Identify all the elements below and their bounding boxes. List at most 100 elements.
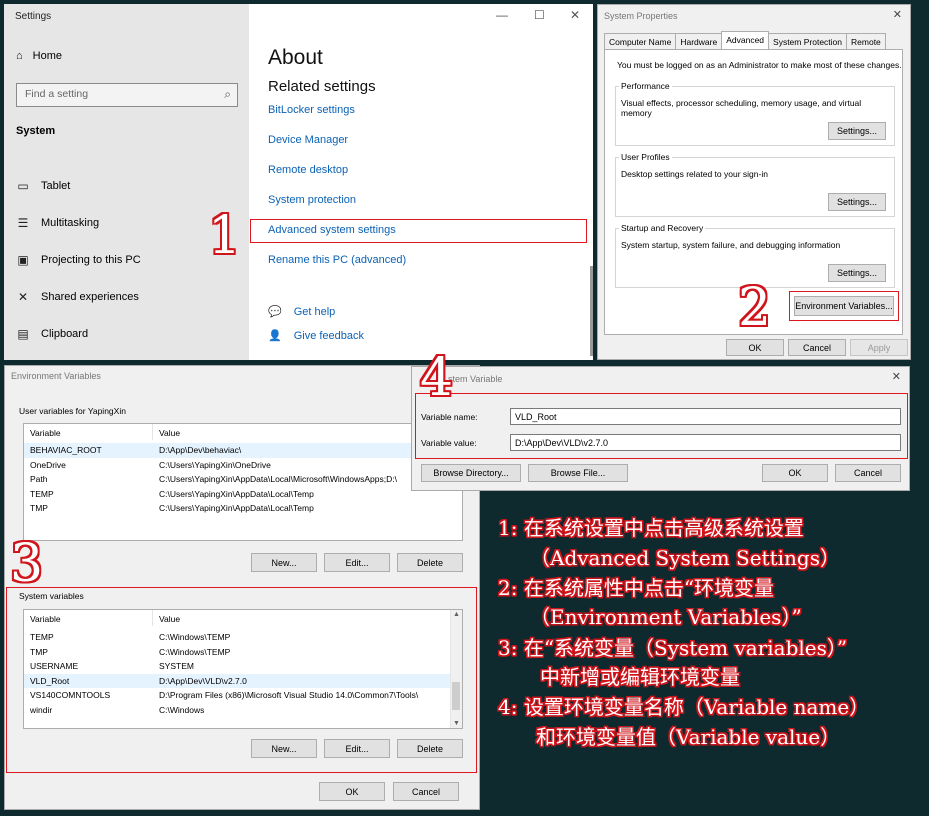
user-edit-button[interactable]: Edit... bbox=[324, 553, 390, 572]
home-icon: ⌂ bbox=[16, 50, 23, 62]
give-feedback-link[interactable]: 👤 Give feedback bbox=[268, 329, 365, 343]
link-bitlocker[interactable]: BitLocker settings bbox=[268, 104, 355, 116]
group-title: Startup and Recovery bbox=[619, 223, 706, 233]
sidebar-item-tablet[interactable]: ▭ Tablet bbox=[16, 179, 70, 193]
tab-remote[interactable]: Remote bbox=[846, 33, 886, 49]
table-row[interactable]: TEMP C:\Users\YapingXin\AppData\Local\Tem… bbox=[24, 487, 462, 502]
dialog-title: stem Variable bbox=[448, 374, 503, 384]
cell-value: C:\Windows\TEMP bbox=[159, 632, 231, 642]
step-number-1: 1 bbox=[208, 206, 242, 266]
cell-value: SYSTEM bbox=[159, 661, 194, 672]
dialog-title: System Properties bbox=[604, 11, 678, 21]
column-header-value: Value bbox=[159, 428, 181, 438]
variable-name-field[interactable]: VLD_Root bbox=[510, 408, 901, 425]
ok-button[interactable]: OK bbox=[319, 782, 385, 801]
user-profiles-settings-button[interactable]: Settings... bbox=[828, 193, 886, 211]
sidebar-item-projecting[interactable]: ▣ Projecting to this PC bbox=[16, 253, 141, 267]
group-description: Desktop settings related to your sign-in bbox=[621, 169, 768, 179]
link-remote-desktop[interactable]: Remote desktop bbox=[268, 164, 348, 176]
sidebar-item-label: Clipboard bbox=[41, 328, 89, 340]
user-variables-list[interactable]: Variable Value BEHAVIAC_ROOT D:\App\Dev\b… bbox=[23, 423, 463, 541]
tab-system-protection[interactable]: System Protection bbox=[768, 33, 848, 49]
maximize-icon[interactable]: ☐ bbox=[534, 8, 545, 22]
cell-variable: TEMP bbox=[30, 488, 54, 499]
apply-button[interactable]: Apply bbox=[850, 339, 908, 356]
shared-experiences-icon: ✕ bbox=[17, 290, 29, 304]
column-header-value: Value bbox=[159, 614, 181, 624]
table-row[interactable]: windir C:\Windows bbox=[24, 703, 462, 718]
performance-settings-button[interactable]: Settings... bbox=[828, 122, 886, 140]
system-edit-button[interactable]: Edit... bbox=[324, 739, 390, 758]
close-icon[interactable]: ✕ bbox=[570, 8, 580, 22]
help-icon: 💬 bbox=[268, 306, 282, 318]
get-help-link[interactable]: 💬 Get help bbox=[268, 305, 335, 319]
user-delete-button[interactable]: Delete bbox=[397, 553, 463, 572]
give-feedback-label: Give feedback bbox=[293, 329, 365, 342]
link-rename-pc[interactable]: Rename this PC (advanced) bbox=[268, 254, 406, 266]
user-new-button[interactable]: New... bbox=[251, 553, 317, 572]
sidebar-item-label: Tablet bbox=[41, 180, 71, 192]
scrollbar[interactable]: ▲ ▼ bbox=[450, 610, 462, 728]
tab-hardware[interactable]: Hardware bbox=[675, 33, 723, 49]
cell-value: C:\Windows\TEMP bbox=[159, 646, 231, 657]
variable-value-field[interactable]: D:\App\Dev\VLD\v2.7.0 bbox=[510, 434, 901, 451]
search-input[interactable]: Find a setting ⌕ bbox=[16, 83, 238, 107]
ok-button[interactable]: OK bbox=[726, 339, 784, 356]
browse-file-button[interactable]: Browse File... bbox=[528, 464, 628, 482]
cell-variable: TEMP bbox=[30, 632, 54, 642]
sidebar-item-multitasking[interactable]: ☰ Multitasking bbox=[16, 216, 99, 230]
link-advanced-system-settings[interactable]: Advanced system settings bbox=[268, 224, 396, 236]
user-profiles-group: User Profiles Desktop settings related t… bbox=[615, 152, 895, 217]
scroll-down-icon[interactable]: ▼ bbox=[453, 720, 460, 727]
browse-directory-button[interactable]: Browse Directory... bbox=[421, 464, 521, 482]
environment-variables-button[interactable]: Environment Variables... bbox=[794, 296, 894, 316]
step-number-3: 3 bbox=[10, 534, 44, 594]
system-delete-button[interactable]: Delete bbox=[397, 739, 463, 758]
tab-bar: Computer Name Hardware Advanced System P… bbox=[604, 31, 886, 49]
table-row[interactable]: USERNAME SYSTEM bbox=[24, 659, 462, 674]
sidebar-home[interactable]: ⌂ Home bbox=[16, 50, 62, 62]
cancel-button[interactable]: Cancel bbox=[788, 339, 846, 356]
table-row[interactable]: OneDrive C:\Users\YapingXin\OneDrive bbox=[24, 458, 462, 473]
system-new-button[interactable]: New... bbox=[251, 739, 317, 758]
ok-button[interactable]: OK bbox=[762, 464, 828, 482]
minimize-icon[interactable]: — bbox=[496, 8, 508, 22]
scrollbar-thumb[interactable] bbox=[452, 682, 460, 710]
column-header-variable: Variable bbox=[30, 428, 61, 438]
instruction-line: 1: 在系统设置中点击高级系统设置 bbox=[498, 516, 804, 540]
link-system-protection[interactable]: System protection bbox=[268, 194, 356, 206]
cell-variable: USERNAME bbox=[30, 661, 79, 672]
projector-icon: ▣ bbox=[17, 253, 29, 267]
step-number-4: 4 bbox=[420, 348, 454, 408]
page-title: About bbox=[268, 46, 323, 69]
cancel-button[interactable]: Cancel bbox=[835, 464, 901, 482]
table-row[interactable]: VS140COMNTOOLS D:\Program Files (x86)\Mic… bbox=[24, 688, 462, 703]
link-device-manager[interactable]: Device Manager bbox=[268, 134, 348, 146]
table-row[interactable]: BEHAVIAC_ROOT D:\App\Dev\behaviac\ bbox=[24, 443, 462, 458]
scrollbar[interactable] bbox=[590, 266, 593, 356]
instruction-line: （Environment Variables）” bbox=[530, 605, 802, 629]
close-icon[interactable]: ✕ bbox=[893, 8, 902, 21]
table-row[interactable]: TMP C:\Users\YapingXin\AppData\Local\Temp bbox=[24, 501, 462, 516]
table-row[interactable]: TMP C:\Windows\TEMP bbox=[24, 645, 462, 660]
scroll-up-icon[interactable]: ▲ bbox=[453, 611, 460, 618]
instruction-line: 2: 在系统属性中点击“环境变量 bbox=[498, 576, 775, 600]
sidebar-item-clipboard[interactable]: ▤ Clipboard bbox=[16, 327, 88, 341]
cancel-button[interactable]: Cancel bbox=[393, 782, 459, 801]
system-variables-list[interactable]: Variable Value TEMP C:\Windows\TEMP TMP C:… bbox=[23, 609, 463, 729]
tab-computer-name[interactable]: Computer Name bbox=[604, 33, 677, 49]
table-row[interactable]: TEMP C:\Windows\TEMP bbox=[24, 630, 462, 645]
startup-settings-button[interactable]: Settings... bbox=[828, 264, 886, 282]
close-icon[interactable]: ✕ bbox=[892, 370, 901, 383]
cell-variable: windir bbox=[30, 705, 53, 715]
variable-name-label: Variable name: bbox=[421, 412, 478, 422]
sidebar-item-label: Projecting to this PC bbox=[41, 254, 141, 266]
tablet-icon: ▭ bbox=[17, 179, 29, 193]
sidebar-item-shared[interactable]: ✕ Shared experiences bbox=[16, 290, 139, 304]
table-row[interactable]: Path C:\Users\YapingXin\AppData\Local\Mic… bbox=[24, 472, 462, 487]
table-row[interactable]: VLD_Root D:\App\Dev\VLD\v2.7.0 bbox=[24, 673, 462, 689]
instruction-line: 和环境变量值（Variable value） bbox=[536, 725, 841, 749]
tab-advanced[interactable]: Advanced bbox=[721, 31, 770, 49]
column-separator bbox=[152, 424, 153, 440]
cell-value: C:\Users\YapingXin\OneDrive bbox=[159, 459, 271, 470]
